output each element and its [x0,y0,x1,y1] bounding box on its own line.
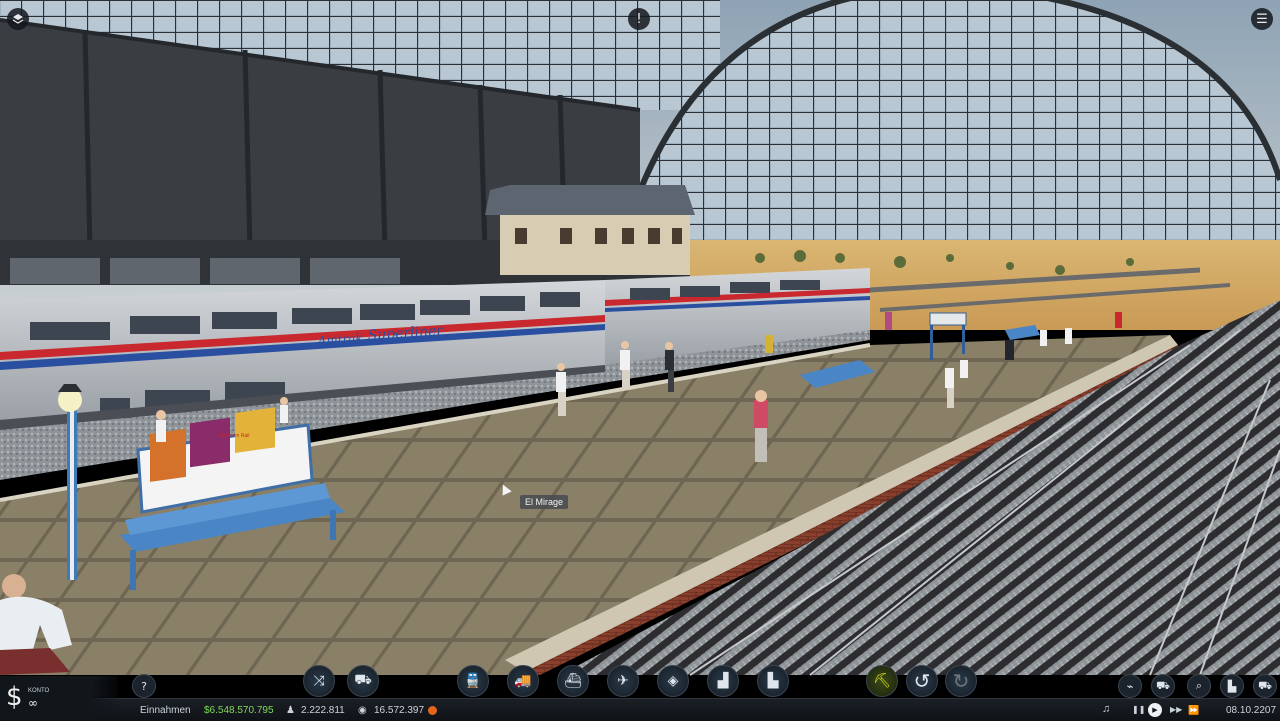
menu-icon[interactable]: ☰ [1251,8,1273,30]
account-label: KONTO [28,688,50,694]
terrain-icon[interactable]: ◈ [657,665,689,697]
town-tooltip: El Mirage [520,495,569,509]
undo-icon[interactable]: ↺ [906,665,938,697]
bottom-hud [0,668,1280,721]
redo-icon[interactable]: ↻ [945,665,977,697]
income-label: Einnahmen [140,705,191,716]
bulldozer-icon[interactable]: ⛏ [866,665,898,697]
lines-icon[interactable]: ⌕ [1187,674,1211,698]
passengers-icon: ◉ [358,705,367,716]
account-panel[interactable]: $ KONTO ∞ [0,676,118,720]
passengers-value: 16.572.397 [374,705,425,716]
music-icon[interactable]: ♫ [1102,703,1110,715]
play-icon[interactable]: ▶ [1148,703,1162,717]
station-building [485,185,695,275]
layers-icon[interactable] [7,8,29,30]
warning-icon[interactable] [428,706,437,715]
game-viewport[interactable]: Amtrak Superliner Northern Rail [0,0,1280,720]
shuffle-icon[interactable]: ⤨ [303,665,335,697]
towns-icon[interactable]: ▙ [1220,674,1244,698]
billboard-title: Northern Rail [220,433,249,439]
ship-icon[interactable]: ⛴ [557,665,589,697]
status-bar [0,698,1280,721]
population-icon: ♟ [286,705,295,716]
fastest-forward-icon[interactable]: ⏩ [1188,705,1199,716]
bus-stop-icon[interactable]: ⛟ [347,665,379,697]
game-date: 08.10.2207 [1226,705,1277,716]
dollar-icon: $ [6,682,23,712]
help-button[interactable]: ? [132,674,156,698]
pause-icon[interactable]: ❚❚ [1132,705,1145,714]
truck-icon[interactable]: 🚚 [507,665,539,697]
plane-icon[interactable]: ✈ [607,665,639,697]
graph-icon[interactable]: ⌁ [1118,674,1142,698]
city-icon[interactable]: ▟ [707,665,739,697]
industry-icon[interactable]: ▙ [757,665,789,697]
train-build-icon[interactable]: 🚆 [457,665,489,697]
station-icon[interactable]: ⛟ [1253,674,1277,698]
income-value: $6.548.570.795 [204,705,274,716]
population-value: 2.222.811 [301,705,345,716]
fast-forward-icon[interactable]: ▶▶ [1170,705,1182,714]
vehicles-icon[interactable]: ⛟ [1151,674,1175,698]
account-value: ∞ [28,696,38,710]
alert-icon[interactable]: ! [628,8,650,30]
